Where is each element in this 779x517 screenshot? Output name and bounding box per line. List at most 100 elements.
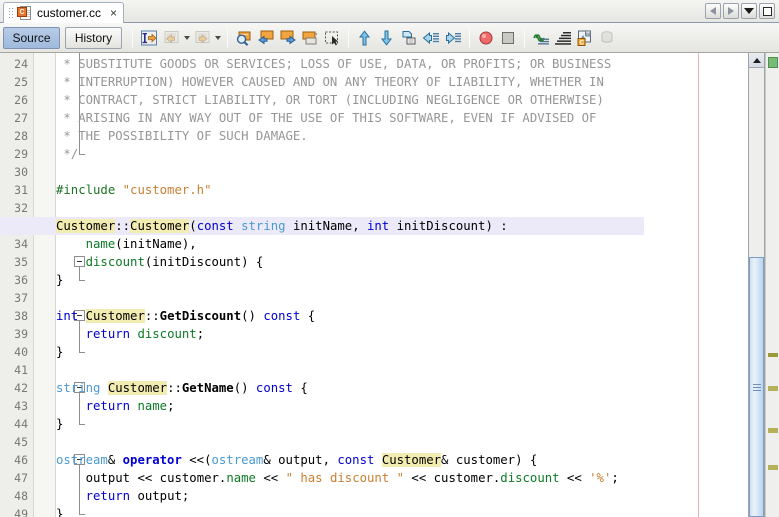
line-number: 24 bbox=[14, 57, 28, 71]
tab-drag-grip[interactable] bbox=[9, 7, 14, 20]
previous-bookmark-button[interactable] bbox=[255, 27, 277, 49]
ide-editor-window: C customer.cc × Source History M C 24 25… bbox=[0, 0, 779, 517]
annotation-mark[interactable] bbox=[768, 428, 778, 433]
code-line[interactable]: } bbox=[56, 505, 63, 517]
line-number: 48 bbox=[14, 489, 28, 503]
code-folding-gutter[interactable] bbox=[34, 53, 85, 517]
line-number: 45 bbox=[14, 435, 28, 449]
code-line[interactable]: } bbox=[56, 343, 63, 361]
code-line[interactable]: return name; bbox=[56, 397, 175, 415]
scrollbar-thumb[interactable] bbox=[749, 257, 764, 517]
code-line[interactable]: * CONTRACT, STRICT LIABILITY, OR TORT (I… bbox=[56, 91, 603, 109]
stop-button[interactable] bbox=[497, 27, 519, 49]
toggle-highlight-button[interactable] bbox=[530, 27, 552, 49]
svg-text:C: C bbox=[579, 39, 584, 46]
code-line[interactable]: } bbox=[56, 271, 63, 289]
shift-line-left-icon bbox=[422, 31, 439, 44]
tab-control-buttons bbox=[705, 3, 775, 19]
toggle-noncomment-button[interactable] bbox=[552, 27, 574, 49]
line-number: 44 bbox=[14, 417, 28, 431]
toggle-noncomment-icon bbox=[555, 31, 571, 45]
line-number: 28 bbox=[14, 129, 28, 143]
line-number: 35 bbox=[14, 255, 28, 269]
editor-toolbar: Source History M C bbox=[0, 23, 779, 53]
tab-history[interactable]: History bbox=[65, 26, 122, 49]
navigate-back-dropdown[interactable] bbox=[182, 27, 191, 49]
code-text-area[interactable]: * SUBSTITUTE GOODS OR SERVICES; LOSS OF … bbox=[0, 53, 779, 517]
close-icon[interactable]: × bbox=[110, 7, 117, 19]
line-number: 25 bbox=[14, 75, 28, 89]
line-number: 40 bbox=[14, 345, 28, 359]
navigate-forward-button[interactable] bbox=[191, 27, 213, 49]
code-line[interactable]: * THE POSSIBILITY OF SUCH DAMAGE. bbox=[56, 127, 307, 145]
code-line[interactable]: } bbox=[56, 415, 63, 433]
rectangular-selection-button[interactable] bbox=[321, 27, 343, 49]
annotation-mark[interactable] bbox=[768, 386, 778, 391]
code-line[interactable]: int Customer::GetDiscount() const { bbox=[56, 307, 315, 325]
line-number: 30 bbox=[14, 165, 28, 179]
code-line[interactable]: output << customer.name << " has discoun… bbox=[56, 469, 619, 487]
tab-history-label: History bbox=[74, 30, 113, 45]
line-number: 47 bbox=[14, 471, 28, 485]
toggle-breakpoint-icon bbox=[479, 31, 493, 44]
arrow-up-icon bbox=[752, 57, 761, 63]
shift-line-up-icon bbox=[358, 29, 371, 45]
document-tab-customer-cc[interactable]: C customer.cc × bbox=[3, 2, 125, 23]
line-number: 43 bbox=[14, 399, 28, 413]
line-number-gutter[interactable]: 2425262728293031323334353637383940414243… bbox=[0, 53, 34, 517]
line-number: 49 bbox=[14, 507, 28, 517]
svg-text:M: M bbox=[586, 31, 590, 36]
annotation-mark[interactable] bbox=[768, 465, 778, 470]
shift-line-right-button[interactable] bbox=[442, 27, 464, 49]
code-line[interactable]: * INTERRUPTION) HOWEVER CAUSED AND ON AN… bbox=[56, 73, 603, 91]
line-number: 46 bbox=[14, 453, 28, 467]
line-number: 31 bbox=[14, 183, 28, 197]
last-edit-icon bbox=[141, 30, 157, 45]
status-badge bbox=[768, 57, 778, 68]
code-line[interactable]: name(initName), bbox=[56, 235, 197, 253]
code-line[interactable]: ostream& operator <<(ostream& output, co… bbox=[56, 451, 537, 469]
tab-source[interactable]: Source bbox=[3, 26, 60, 49]
last-edit-button[interactable] bbox=[138, 27, 160, 49]
line-number: 36 bbox=[14, 273, 28, 287]
toggle-breakpoint-button[interactable] bbox=[475, 27, 497, 49]
shift-line-down-button[interactable] bbox=[376, 27, 398, 49]
code-line[interactable]: */ bbox=[56, 145, 78, 163]
inspect-members-button[interactable]: M C bbox=[574, 27, 596, 49]
toolbar-separator bbox=[227, 27, 228, 48]
line-number: 42 bbox=[14, 381, 28, 395]
source-editor[interactable]: 2425262728293031323334353637383940414243… bbox=[0, 53, 779, 517]
scroll-tabs-right-button[interactable] bbox=[723, 3, 739, 19]
code-line[interactable]: string Customer::GetName() const { bbox=[56, 379, 308, 397]
code-line[interactable]: * ARISING IN ANY WAY OUT OF THE USE OF T… bbox=[56, 109, 596, 127]
navigate-back-button[interactable] bbox=[160, 27, 182, 49]
rectangular-selection-icon bbox=[325, 31, 339, 45]
maximize-window-button[interactable] bbox=[759, 3, 775, 19]
code-line[interactable]: return discount; bbox=[56, 325, 204, 343]
line-number: 27 bbox=[14, 111, 28, 125]
shift-line-right-icon bbox=[446, 31, 461, 44]
code-line[interactable]: #include "customer.h" bbox=[56, 181, 211, 199]
scroll-up-button[interactable] bbox=[749, 53, 764, 68]
shift-line-left-button[interactable] bbox=[420, 27, 442, 49]
tab-list-dropdown-button[interactable] bbox=[741, 3, 757, 19]
code-line[interactable]: Customer::Customer(const string initName… bbox=[0, 217, 644, 235]
database-button[interactable] bbox=[596, 27, 618, 49]
vertical-scrollbar[interactable] bbox=[748, 53, 765, 517]
code-line[interactable]: discount(initDiscount) { bbox=[56, 253, 264, 271]
annotation-mark[interactable] bbox=[768, 353, 778, 357]
navigate-forward-dropdown[interactable] bbox=[213, 27, 222, 49]
next-bookmark-button[interactable] bbox=[277, 27, 299, 49]
find-selection-button[interactable] bbox=[233, 27, 255, 49]
error-annotation-strip[interactable] bbox=[765, 53, 779, 517]
code-line[interactable]: * SUBSTITUTE GOODS OR SERVICES; LOSS OF … bbox=[56, 55, 611, 73]
shift-line-up-button[interactable] bbox=[354, 27, 376, 49]
toggle-bookmark-button[interactable] bbox=[299, 27, 321, 49]
maximize-icon bbox=[762, 6, 772, 16]
copy-line-button[interactable] bbox=[398, 27, 420, 49]
code-line[interactable]: return output; bbox=[56, 487, 190, 505]
scroll-tabs-left-button[interactable] bbox=[705, 3, 721, 19]
stop-icon bbox=[502, 31, 514, 44]
toggle-bookmark-icon bbox=[302, 31, 318, 44]
toolbar-separator bbox=[348, 27, 349, 48]
